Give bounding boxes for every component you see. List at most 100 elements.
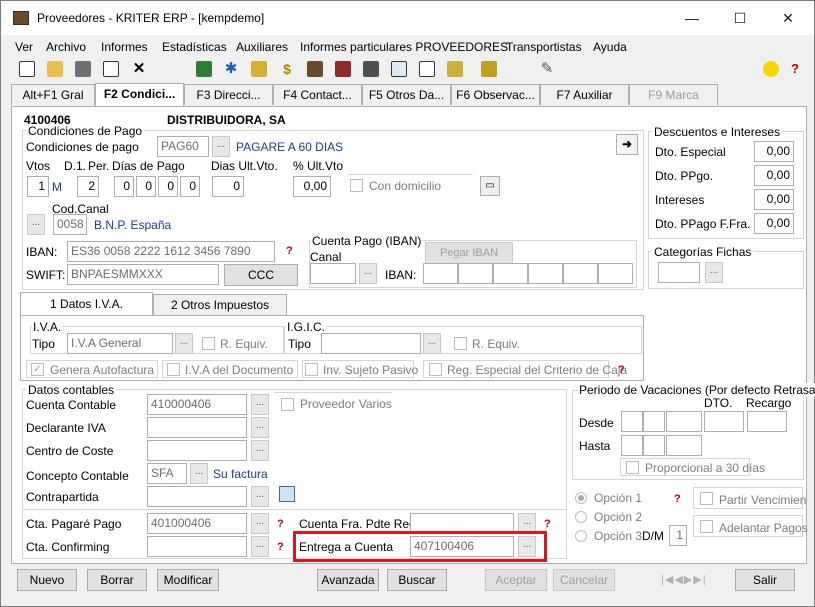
opcion1-radio[interactable] (575, 492, 587, 504)
payment-code-input[interactable]: PAG60 (157, 136, 209, 157)
menu-estadisticas[interactable]: Estadísticas (162, 40, 227, 54)
phone-icon[interactable] (481, 61, 497, 77)
declarante-iva-input[interactable] (147, 417, 247, 438)
cuenta-canal-lookup-button[interactable]: ... (359, 263, 377, 284)
dto-input[interactable] (704, 411, 744, 432)
bell-icon[interactable] (307, 61, 323, 77)
centro-coste-lookup-button[interactable]: ... (251, 440, 269, 461)
hasta-dia[interactable] (621, 435, 643, 456)
hasta-anio[interactable] (666, 435, 702, 456)
dto-ppago-ffra-input[interactable]: 0,00 (754, 213, 794, 234)
iva-tipo-input[interactable]: I.V.A General (67, 333, 173, 354)
desde-mes[interactable] (643, 411, 665, 432)
tab-contactos[interactable]: F4 Contact... (273, 84, 362, 105)
subtab-datos-iva[interactable]: 1 Datos I.V.A. (20, 292, 153, 316)
new-document-icon[interactable] (19, 61, 35, 77)
intereses-input[interactable]: 0,00 (754, 189, 794, 210)
menu-ayuda[interactable]: Ayuda (593, 40, 627, 54)
dto-ppgo-input[interactable]: 0,00 (754, 165, 794, 186)
tab-general[interactable]: Alt+F1 Gral (11, 84, 95, 105)
menu-ver[interactable]: Ver (15, 40, 33, 54)
desde-dia[interactable] (621, 411, 643, 432)
concepto-contable-lookup-button[interactable]: ... (190, 463, 208, 484)
desde-anio[interactable] (666, 411, 702, 432)
menu-informes-particulares[interactable]: Informes particulares PROVEEDORES (300, 40, 508, 54)
menu-archivo[interactable]: Archivo (46, 40, 86, 54)
iban-part-6[interactable] (598, 263, 633, 284)
swift-input[interactable]: BNPAESMMXXX (67, 264, 219, 285)
dm-input[interactable]: 1 (669, 525, 687, 546)
arrow-right-icon[interactable]: ➜ (616, 134, 638, 155)
criterio-caja-checkbox[interactable] (429, 363, 442, 376)
pegar-iban-button[interactable]: Pegar IBAN (425, 242, 513, 264)
iban-input[interactable]: ES36 0058 2222 1612 3456 7890 (67, 241, 275, 262)
calculator-icon[interactable] (279, 486, 295, 502)
cta-confirming-input[interactable] (147, 536, 247, 557)
minimize-button[interactable]: — (677, 7, 707, 29)
igic-tipo-input[interactable] (321, 333, 421, 354)
dias-pago-3[interactable]: 0 (158, 176, 178, 197)
period-value[interactable]: M (52, 180, 62, 194)
iva-requiv-checkbox[interactable] (202, 337, 215, 350)
vtos-input[interactable]: 1 (27, 176, 49, 197)
igic-requiv-checkbox[interactable] (454, 337, 467, 350)
hasta-mes[interactable] (643, 435, 665, 456)
lightbulb-icon[interactable] (763, 61, 779, 77)
opcion3-radio[interactable] (575, 530, 587, 542)
edit-icon[interactable] (103, 61, 119, 77)
open-folder-icon[interactable] (47, 61, 63, 77)
star-cross-icon[interactable]: ✱ (223, 61, 239, 77)
cod-canal-input[interactable]: 0058 (53, 214, 87, 235)
tab-otros-datos[interactable]: F5 Otros Da... (362, 84, 451, 105)
dias-pago-4[interactable]: 0 (180, 176, 200, 197)
cta-pagare-lookup-button[interactable]: ... (251, 513, 269, 534)
borrar-button[interactable]: Borrar (87, 569, 147, 591)
centro-coste-input[interactable] (147, 440, 247, 461)
entrega-cuenta-input[interactable]: 407100406 (410, 536, 514, 557)
entrega-cuenta-lookup-button[interactable]: ... (518, 536, 536, 557)
document-icon[interactable] (419, 61, 435, 77)
iban-part-4[interactable] (528, 263, 563, 284)
help-icon[interactable]: ? (277, 541, 291, 553)
concepto-contable-input[interactable]: SFA (147, 463, 187, 484)
d1-input[interactable]: 2 (77, 176, 99, 197)
help-icon[interactable]: ? (618, 364, 632, 376)
tab-observaciones[interactable]: F6 Observac... (451, 84, 540, 105)
help-icon[interactable]: ? (544, 518, 558, 530)
iban-part-1[interactable] (423, 263, 458, 284)
contrapartida-input[interactable] (147, 486, 247, 507)
tab-condiciones[interactable]: F2 Condici... (95, 83, 184, 106)
iva-documento-checkbox[interactable] (167, 363, 180, 376)
help-icon[interactable]: ? (787, 61, 803, 77)
dollar-icon[interactable]: $ (279, 61, 295, 77)
recargo-input[interactable] (747, 411, 787, 432)
dto-especial-input[interactable]: 0,00 (754, 141, 794, 162)
partir-vencimiento-checkbox[interactable] (700, 492, 713, 505)
menu-auxiliares[interactable]: Auxiliares (236, 40, 288, 54)
inv-sujeto-pasivo-checkbox[interactable] (305, 363, 318, 376)
contrapartida-lookup-button[interactable]: ... (251, 486, 269, 507)
subtab-otros-impuestos[interactable]: 2 Otros Impuestos (153, 294, 287, 316)
tools-icon[interactable] (335, 61, 351, 77)
pct-ult-input[interactable]: 0,00 (293, 176, 331, 197)
aceptar-button[interactable]: Aceptar (485, 569, 547, 591)
buscar-button[interactable]: Buscar (387, 569, 447, 591)
iban-part-2[interactable] (458, 263, 493, 284)
iban-part-5[interactable] (563, 263, 598, 284)
igic-tipo-lookup-button[interactable]: ... (423, 333, 441, 354)
book-icon[interactable] (196, 61, 212, 77)
note-icon[interactable] (447, 61, 463, 77)
cuenta-contable-lookup-button[interactable]: ... (251, 394, 269, 415)
iban-part-3[interactable] (493, 263, 528, 284)
adelantar-pagos-checkbox[interactable] (700, 520, 713, 533)
proporcional-checkbox[interactable] (626, 461, 639, 474)
menu-transportistas[interactable]: Transportistas (506, 40, 582, 54)
cta-pagare-input[interactable]: 401000406 (147, 513, 247, 534)
dias-ult-input[interactable]: 0 (212, 176, 244, 197)
cuenta-canal-input[interactable] (310, 263, 356, 284)
categorias-lookup-button[interactable]: ... (705, 262, 723, 283)
close-button[interactable]: ✕ (773, 7, 803, 29)
tab-auxiliar[interactable]: F7 Auxiliar (540, 84, 629, 105)
canal-lookup-button[interactable]: ... (27, 214, 45, 235)
iva-tipo-lookup-button[interactable]: ... (175, 333, 193, 354)
